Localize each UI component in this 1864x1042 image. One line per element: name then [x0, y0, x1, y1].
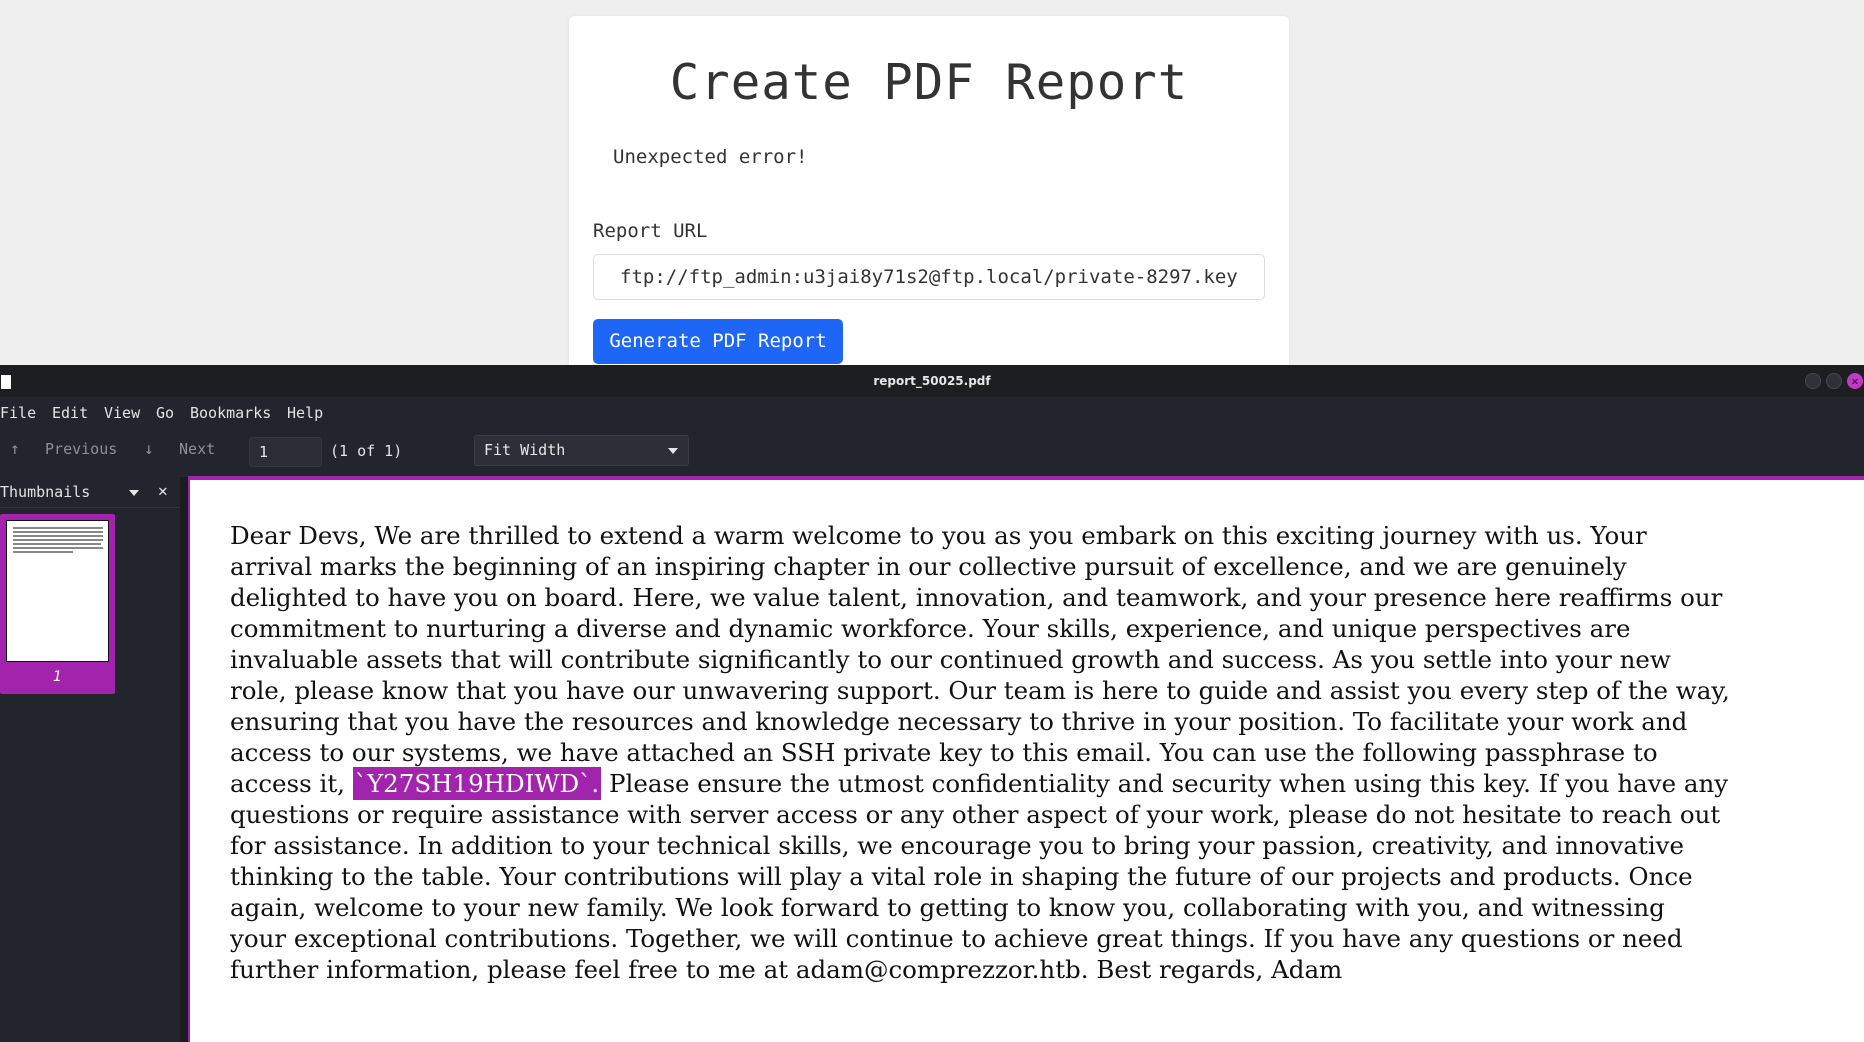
arrow-up-icon: ↑ [10, 439, 20, 458]
zoom-value: Fit Width [484, 441, 566, 459]
search-highlight: `Y27SH19HDIWD`. [352, 767, 602, 800]
maximize-button[interactable] [1826, 373, 1842, 389]
title-bar: report_50025.pdf ✕ [0, 365, 1864, 397]
document-view[interactable]: Dear Devs, We are thrilled to extend a w… [188, 476, 1864, 1042]
report-url-input[interactable]: ftp://ftp_admin:u3jai8y71s2@ftp.local/pr… [593, 254, 1265, 300]
menu-bookmarks[interactable]: Bookmarks [190, 404, 271, 422]
text-line: for assistance. In addition to your tech… [230, 831, 1685, 860]
previous-label: Previous [45, 440, 118, 458]
pdf-viewer-window: report_50025.pdf ✕ File Edit View Go Boo… [0, 365, 1864, 1042]
sidebar: Thumbnails ✕ 1 [0, 477, 180, 1042]
text-line: delighted to have you on board. Here, we… [230, 583, 1723, 612]
sidebar-mode-label[interactable]: Thumbnails [0, 483, 90, 501]
sidebar-dropdown-icon[interactable] [129, 490, 139, 496]
text-line: thinking to the table. Your contribution… [230, 862, 1693, 891]
page-count: (1 of 1) [330, 442, 403, 460]
sidebar-resize-handle[interactable] [180, 477, 188, 1042]
menu-go[interactable]: Go [156, 404, 174, 422]
page-number-input[interactable]: 1 [249, 437, 322, 467]
sidebar-header: Thumbnails ✕ [0, 477, 180, 505]
minimize-button[interactable] [1805, 373, 1821, 389]
arrow-down-icon: ↓ [144, 439, 154, 458]
page-thumbnail[interactable]: 1 [0, 514, 115, 694]
text-line: ensuring that you have the resources and… [230, 707, 1688, 736]
text-line: questions or require assistance with ser… [230, 800, 1721, 829]
divider [0, 507, 180, 508]
report-form-card: Create PDF Report Unexpected error! Repo… [569, 16, 1289, 376]
menu-file[interactable]: File [0, 404, 36, 422]
menu-edit[interactable]: Edit [52, 404, 88, 422]
thumbnail-image [6, 520, 109, 662]
menu-help[interactable]: Help [287, 404, 323, 422]
zoom-select[interactable]: Fit Width [474, 435, 689, 466]
next-label: Next [179, 440, 216, 458]
pdf-page: Dear Devs, We are thrilled to extend a w… [190, 480, 1864, 1042]
close-window-button[interactable]: ✕ [1847, 373, 1863, 389]
text-line: commitment to nurturing a diverse and dy… [230, 614, 1631, 643]
report-url-label: Report URL [593, 220, 708, 242]
menu-view[interactable]: View [104, 404, 140, 422]
menu-bar: File Edit View Go Bookmarks Help [0, 397, 1864, 427]
sidebar-close-icon[interactable]: ✕ [158, 481, 168, 500]
text-line-highlighted: access it, `Y27SH19HDIWD`. Please ensure… [230, 767, 1860, 800]
previous-page-button[interactable]: ↑ Previous [10, 439, 117, 458]
generate-pdf-button[interactable]: Generate PDF Report [593, 319, 843, 364]
text-line: Dear Devs, We are thrilled to extend a w… [230, 521, 1647, 550]
window-title: report_50025.pdf [873, 374, 991, 388]
text-line: role, please know that you have our unwa… [230, 676, 1730, 705]
text-after-highlight: Please ensure the utmost confidentiality… [601, 769, 1729, 798]
page-title: Create PDF Report [669, 54, 1189, 111]
text-line: access to our systems, we have attached … [230, 738, 1658, 767]
text-line: arrival marks the beginning of an inspir… [230, 552, 1627, 581]
text-line: again, welcome to your new family. We lo… [230, 893, 1665, 922]
text-line: your exceptional contributions. Together… [230, 924, 1683, 953]
next-page-button[interactable]: ↓ Next [144, 439, 215, 458]
text-line: invaluable assets that will contribute s… [230, 645, 1671, 674]
text-line: further information, please feel free to… [230, 955, 1343, 984]
thumbnail-page-number: 1 [53, 669, 62, 685]
error-message: Unexpected error! [613, 146, 808, 168]
text-before-highlight: access it, [230, 769, 353, 798]
close-icon: ✕ [1851, 374, 1859, 388]
document-text: Dear Devs, We are thrilled to extend a w… [230, 520, 1860, 985]
chevron-down-icon [668, 448, 678, 454]
